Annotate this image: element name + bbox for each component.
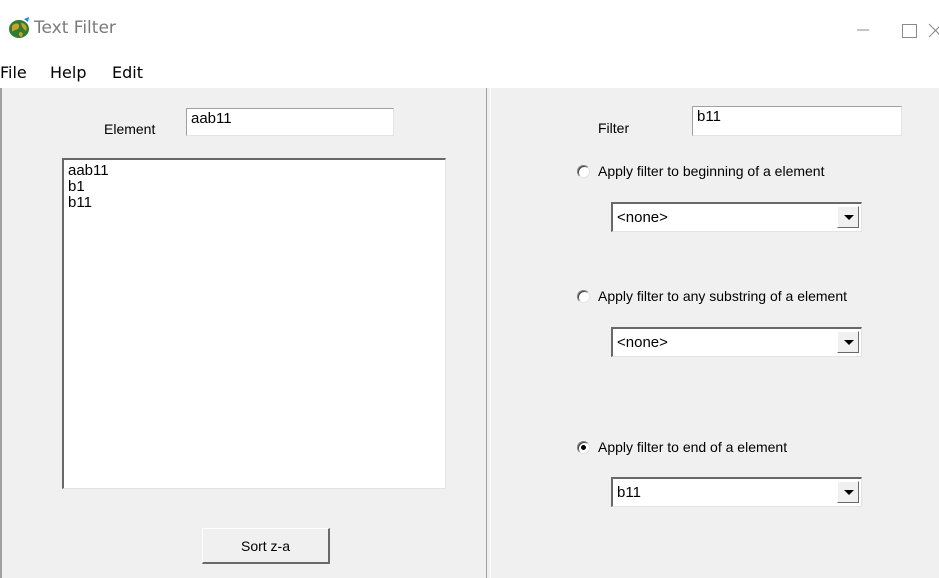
maximize-icon	[902, 24, 917, 38]
element-label: Element	[104, 121, 156, 137]
radio-button-unchecked[interactable]	[577, 165, 590, 178]
radio-label-end: Apply filter to end of a element	[598, 439, 788, 455]
menu-edit[interactable]: Edit	[112, 63, 143, 82]
filter-input[interactable]: b11	[692, 106, 902, 136]
radio-button-checked[interactable]	[577, 441, 590, 454]
menu-bar: File Help Edit	[0, 60, 939, 88]
combo-end-value: b11	[617, 484, 641, 501]
radio-substring[interactable]: Apply filter to any substring of a eleme…	[577, 288, 937, 308]
element-input-value: aab11	[191, 110, 232, 127]
left-border	[0, 88, 2, 578]
title-bar: Text Filter	[0, 0, 939, 60]
list-item[interactable]: aab11	[68, 163, 441, 179]
element-listbox[interactable]: aab11 b1 b11	[62, 158, 446, 489]
list-item[interactable]: b1	[68, 179, 441, 195]
combo-end[interactable]: b11	[611, 477, 862, 507]
menu-help[interactable]: Help	[50, 63, 86, 82]
radio-label-beginning: Apply filter to beginning of a element	[598, 163, 825, 179]
menu-file[interactable]: File	[0, 63, 27, 82]
radio-button-unchecked[interactable]	[577, 290, 590, 303]
close-icon	[928, 23, 939, 38]
radio-label-substring: Apply filter to any substring of a eleme…	[598, 288, 848, 304]
filter-input-value: b11	[697, 108, 721, 125]
client-area: Element aab11 aab11 b1 b11 Sort z-a Filt…	[0, 88, 939, 578]
combo-beginning[interactable]: <none>	[611, 202, 862, 232]
filter-label: Filter	[598, 120, 630, 136]
radio-beginning[interactable]: Apply filter to beginning of a element	[577, 163, 937, 183]
sort-button[interactable]: Sort z-a	[202, 528, 330, 564]
combo-substring-value: <none>	[617, 334, 668, 351]
list-item[interactable]: b11	[68, 195, 441, 211]
combo-beginning-value: <none>	[617, 209, 668, 226]
combo-substring[interactable]: <none>	[611, 327, 862, 357]
radio-end[interactable]: Apply filter to end of a element	[577, 439, 937, 459]
minimize-icon	[857, 29, 869, 31]
element-input[interactable]: aab11	[186, 108, 394, 136]
panel-splitter[interactable]	[486, 88, 491, 578]
window-title: Text Filter	[34, 18, 116, 38]
chevron-down-icon[interactable]	[837, 481, 859, 503]
globe-app-icon	[9, 17, 29, 38]
maximize-button[interactable]	[886, 8, 932, 48]
chevron-down-icon[interactable]	[837, 331, 859, 353]
close-button[interactable]	[928, 8, 939, 48]
minimize-button[interactable]	[840, 8, 886, 48]
chevron-down-icon[interactable]	[837, 206, 859, 228]
